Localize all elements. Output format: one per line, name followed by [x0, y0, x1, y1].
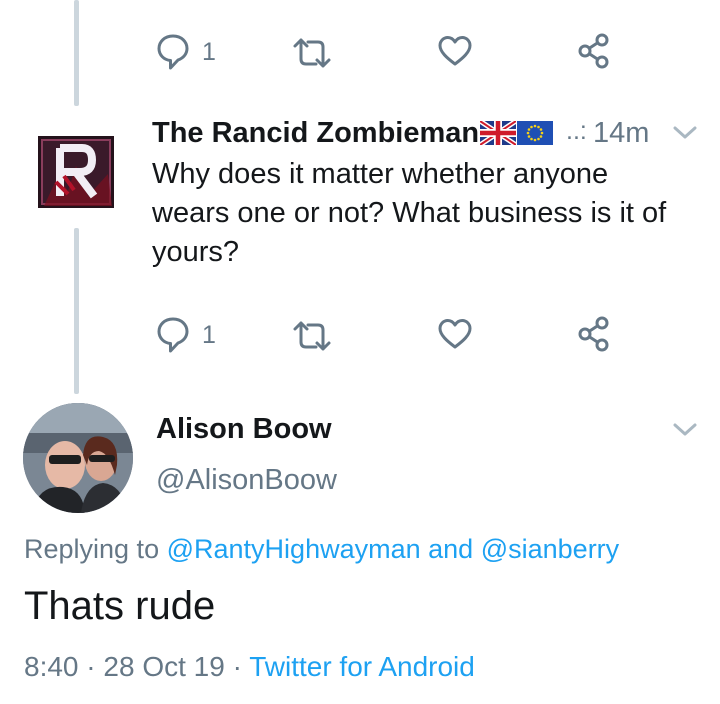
replying-to: Replying to @RantyHighwayman and @sianbe… [24, 534, 619, 565]
chevron-down-icon[interactable] [671, 421, 699, 444]
author-name[interactable]: The Rancid Zombieman [152, 117, 479, 150]
tweet-text-line: wears one or not? What business is it of [152, 197, 667, 229]
retweet-icon [292, 320, 332, 352]
eu-flag-icon [517, 121, 553, 150]
chevron-down-icon[interactable] [671, 124, 699, 147]
like-button[interactable] [438, 318, 472, 350]
source-link[interactable]: Twitter for Android [249, 651, 475, 682]
retweet-button[interactable] [292, 37, 332, 69]
tweet-text-line: yours? [152, 236, 240, 268]
tweet-text-line: Why does it matter whether anyone [152, 158, 609, 190]
mention-link[interactable]: @sianberry [481, 534, 619, 564]
reply-icon [156, 33, 190, 71]
separator: · [86, 651, 96, 682]
reply-button[interactable]: 1 [156, 33, 216, 71]
tweet-actions: 1 [0, 316, 720, 356]
tweet-date: 28 Oct 19 [103, 651, 225, 682]
heart-icon [438, 318, 472, 350]
share-button[interactable] [577, 33, 611, 69]
separator: · [232, 651, 242, 682]
mention-link[interactable]: @RantyHighwayman [167, 534, 421, 564]
replying-and[interactable]: and [428, 534, 473, 564]
avatar[interactable] [23, 403, 133, 513]
tweet-footer: 8:40 · 28 Oct 19 · Twitter for Android [24, 651, 475, 683]
tweet-text: Thats rude [24, 584, 216, 628]
tweet-timestamp[interactable]: 14m [593, 117, 649, 150]
share-icon [577, 33, 611, 69]
reply-count: 1 [202, 37, 216, 66]
previous-tweet-actions: 1 [0, 33, 720, 73]
retweet-button[interactable] [292, 320, 332, 352]
author-handle[interactable]: @AlisonBoow [156, 464, 337, 497]
reply-count: 1 [202, 320, 216, 349]
tweet-text: Why does it matter whether anyone wears … [152, 155, 666, 272]
thread-line-middle [74, 228, 79, 394]
author-name[interactable]: Alison Boow [156, 413, 332, 446]
share-button[interactable] [577, 316, 611, 352]
name-ellipsis: ..: [566, 117, 587, 145]
share-icon [577, 316, 611, 352]
reply-icon [156, 316, 190, 354]
avatar[interactable] [38, 136, 114, 208]
tweet-time: 8:40 [24, 651, 79, 682]
replying-prefix: Replying to [24, 534, 160, 564]
like-button[interactable] [438, 35, 472, 67]
reply-button[interactable]: 1 [156, 316, 216, 354]
heart-icon [438, 35, 472, 67]
uk-flag-icon [478, 118, 518, 150]
retweet-icon [292, 37, 332, 69]
